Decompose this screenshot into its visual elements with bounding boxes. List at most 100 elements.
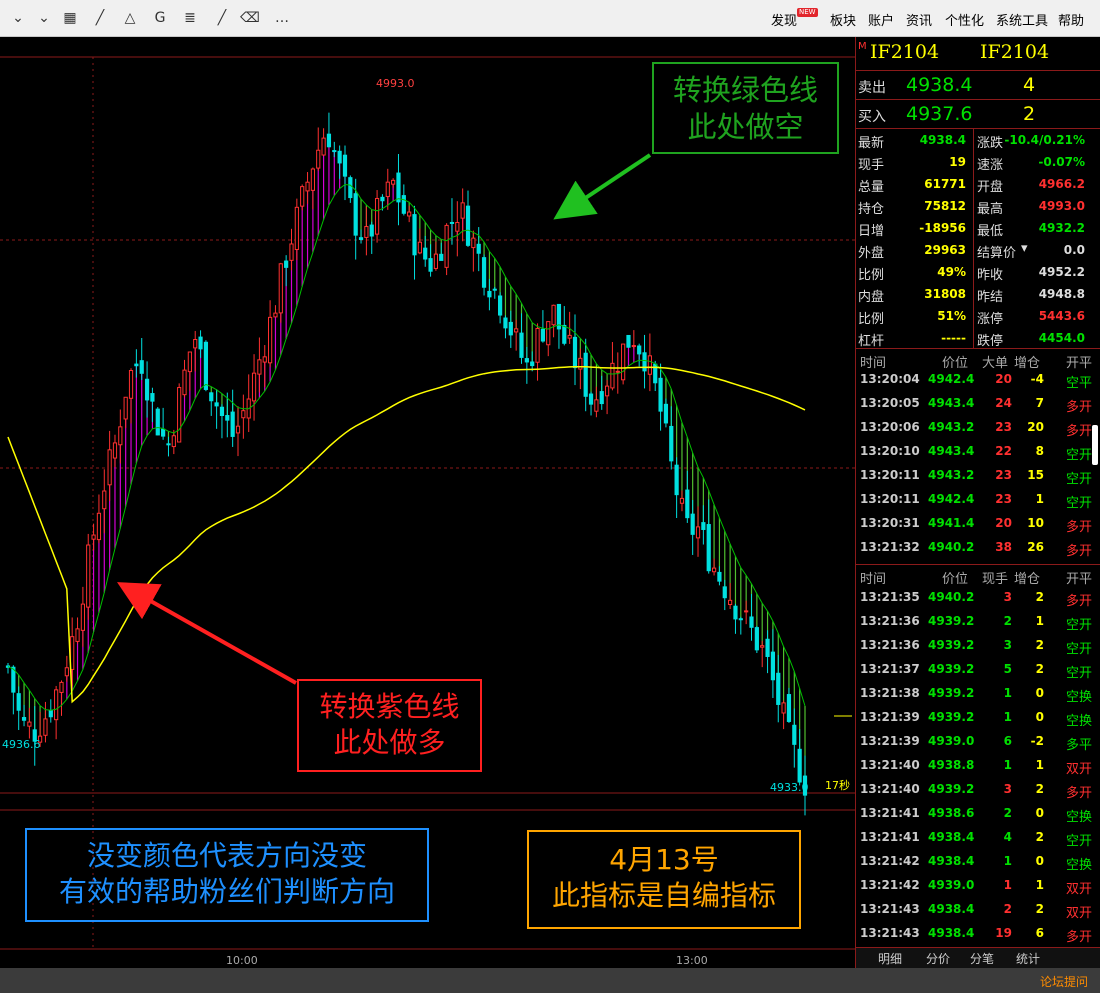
candle-body — [316, 149, 321, 169]
trade-volume: 6 — [1003, 734, 1012, 748]
menu-sector[interactable]: 板块 — [830, 10, 856, 29]
menu-personalize[interactable]: 个性化 — [945, 10, 984, 29]
menu-account[interactable]: 账户 — [868, 10, 894, 29]
stat-item: 涨停 5443.6 — [975, 305, 1091, 327]
high-price-label: 4993.0 — [376, 77, 415, 90]
trade-volume: 2 — [1003, 614, 1012, 628]
candle-body — [722, 586, 727, 599]
trade-row[interactable]: 13:21:43 4938.4 2 2 双开 — [856, 899, 1100, 923]
contract-code[interactable]: IF2104 — [870, 41, 939, 63]
trade-row[interactable]: 13:21:43 4938.4 19 6 多开 — [856, 923, 1100, 947]
trade-oi-change: 1 — [1035, 758, 1044, 772]
draw-line-icon[interactable]: ╱ — [212, 8, 232, 28]
trade-row[interactable]: 13:21:35 4940.2 3 2 多开 — [856, 587, 1100, 611]
trade-row[interactable]: 13:21:39 4939.2 1 0 空换 — [856, 707, 1100, 731]
draw-text-icon[interactable]: G — [150, 8, 170, 28]
candle-body — [797, 748, 802, 783]
low-price-label-right: 4933.0 — [770, 781, 809, 794]
candle-body — [733, 605, 738, 620]
trade-oi-change: 7 — [1035, 396, 1044, 410]
trade-volume: 38 — [995, 540, 1012, 554]
more-icon[interactable]: … — [272, 8, 292, 28]
stat-label: 杠杆 — [858, 334, 885, 349]
trade-row[interactable]: 13:21:40 4938.8 1 1 双开 — [856, 755, 1100, 779]
grid-table-icon[interactable]: ▦ — [60, 8, 80, 28]
tab-price-dist[interactable]: 分价 — [926, 950, 950, 967]
annotation-long-line1: 转换紫色线 — [319, 690, 460, 723]
trade-kind: 空开 — [1066, 666, 1093, 681]
trade-price: 4938.4 — [928, 854, 975, 868]
trade-oi-change: 6 — [1035, 926, 1044, 940]
annotation-date-line1: 4月13号 — [609, 843, 719, 876]
trade-row[interactable]: 13:20:10 4943.4 22 8 空开 — [856, 441, 1100, 465]
eraser-icon[interactable]: ⌫ — [240, 8, 260, 28]
trade-row[interactable]: 13:21:32 4940.2 38 26 多开 — [856, 537, 1100, 561]
candle-body — [16, 693, 21, 711]
candle-body — [300, 186, 305, 207]
bid-row[interactable]: 买入 4937.6 2 — [856, 99, 1100, 127]
trade-oi-change: 10 — [1027, 516, 1044, 530]
trade-kind: 双开 — [1066, 906, 1093, 921]
forum-ask-link[interactable]: 论坛提问 — [1040, 973, 1088, 990]
annotation-short-line1: 转换绿色线 — [672, 73, 818, 107]
chevron-double-down-icon[interactable]: ⌄ — [8, 8, 28, 28]
draw-doc-icon[interactable]: ≣ — [180, 8, 200, 28]
trade-oi-change: 1 — [1035, 614, 1044, 628]
draw-line-icon[interactable]: ╱ — [90, 8, 110, 28]
contract-code-right[interactable]: IF2104 — [980, 41, 1049, 63]
trade-row[interactable]: 13:20:31 4941.4 20 10 多开 — [856, 513, 1100, 537]
menu-discover[interactable]: 发现 — [771, 10, 797, 29]
trade-row[interactable]: 13:20:06 4943.2 23 20 多开 — [856, 417, 1100, 441]
trade-row[interactable]: 13:21:42 4938.4 1 0 空换 — [856, 851, 1100, 875]
candle-body — [257, 359, 262, 375]
annotation-short: 转换绿色线 此处做空 — [652, 62, 839, 154]
candle-body — [760, 645, 765, 648]
candle-body — [460, 202, 465, 219]
trend-indicator-line — [7, 183, 806, 711]
trade-row[interactable]: 13:20:11 4942.4 23 1 空开 — [856, 489, 1100, 513]
trade-row[interactable]: 13:21:37 4939.2 5 2 空开 — [856, 659, 1100, 683]
trade-row[interactable]: 13:21:36 4939.2 3 2 空开 — [856, 635, 1100, 659]
trade-row[interactable]: 13:21:42 4939.0 1 1 双开 — [856, 875, 1100, 899]
draw-triangle-icon[interactable]: △ — [120, 8, 140, 28]
scrollbar-thumb[interactable] — [1092, 425, 1098, 465]
stat-item: 跌停 4454.0 — [975, 327, 1091, 349]
trade-oi-change: 20 — [1027, 420, 1044, 434]
trade-row[interactable]: 13:21:41 4938.4 4 2 空开 — [856, 827, 1100, 851]
candle-body — [353, 193, 358, 236]
trade-time: 13:20:11 — [860, 492, 920, 506]
ticks-header: 时间 价位 现手 增仓 开平 — [856, 564, 1100, 587]
trade-price: 4943.4 — [928, 444, 975, 458]
trade-row[interactable]: 13:20:04 4942.4 20 -4 空平 — [856, 369, 1100, 393]
trade-time: 13:20:06 — [860, 420, 920, 434]
price-chart[interactable]: 4993.0 4936.6 4933.0 17秒 10:00 13:00 转换绿… — [0, 37, 855, 968]
menu-system-tools[interactable]: 系统工具 — [996, 10, 1048, 29]
tab-ticks[interactable]: 分笔 — [970, 950, 994, 967]
menu-help[interactable]: 帮助 — [1058, 10, 1084, 29]
trade-volume: 23 — [995, 492, 1012, 506]
candle-body — [332, 150, 337, 153]
trade-row[interactable]: 13:21:38 4939.2 1 0 空换 — [856, 683, 1100, 707]
menu-news[interactable]: 资讯 — [906, 10, 932, 29]
candle-body — [128, 370, 134, 399]
trade-row[interactable]: 13:21:36 4939.2 2 1 空开 — [856, 611, 1100, 635]
tab-stats[interactable]: 统计 — [1016, 950, 1040, 967]
tab-detail[interactable]: 明细 — [878, 950, 902, 967]
trade-row[interactable]: 13:20:05 4943.4 24 7 多开 — [856, 393, 1100, 417]
trade-kind: 空换 — [1066, 690, 1093, 705]
chevron-down-icon[interactable]: ⌄ — [34, 8, 54, 28]
trade-row[interactable]: 13:20:11 4943.2 23 15 空开 — [856, 465, 1100, 489]
ask-row[interactable]: 卖出 4938.4 4 — [856, 70, 1100, 98]
stat-item: 总量 61771 — [856, 173, 972, 195]
candle-body — [187, 351, 192, 373]
candle-body — [551, 304, 556, 326]
candle-body — [626, 334, 631, 348]
trade-price: 4939.0 — [928, 878, 975, 892]
stat-value: ----- — [941, 331, 966, 345]
trade-oi-change: 1 — [1035, 878, 1044, 892]
settle-dropdown-icon[interactable]: ▾ — [1021, 241, 1028, 256]
trade-row[interactable]: 13:21:41 4938.6 2 0 空换 — [856, 803, 1100, 827]
trade-price: 4943.4 — [928, 396, 975, 410]
trade-row[interactable]: 13:21:40 4939.2 3 2 多开 — [856, 779, 1100, 803]
trade-row[interactable]: 13:21:39 4939.0 6 -2 多平 — [856, 731, 1100, 755]
